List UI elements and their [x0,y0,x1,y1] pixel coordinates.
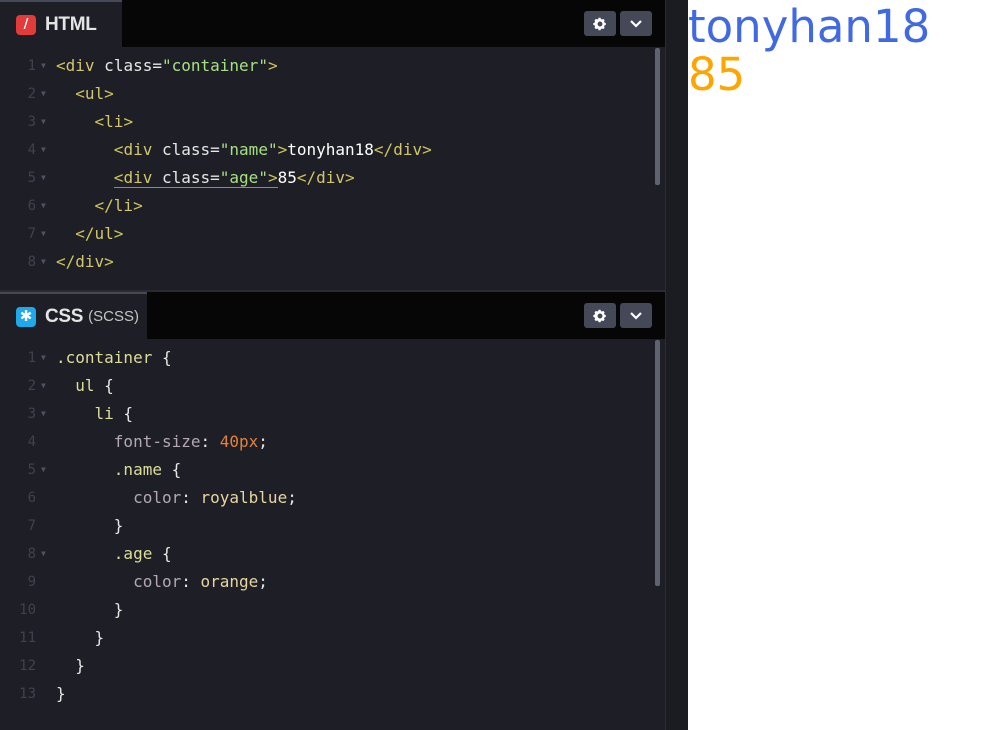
line-number: 2 [27,378,36,394]
fold-arrow-icon[interactable]: ▼ [41,372,51,400]
code-line: 12 } [0,652,665,680]
code-line: 10 } [0,596,665,624]
code-line: 7 } [0,512,665,540]
code-line: 6 color: royalblue; [0,484,665,512]
html-pane-header: / HTML [0,0,665,47]
code-line: 5 ▼ .name { [0,456,665,484]
code-line: 9 color: orange; [0,568,665,596]
line-number: 8 [27,254,36,270]
code-line: 2 ▼ <ul> [0,80,665,108]
css-collapse-button[interactable] [620,303,652,328]
fold-arrow-icon[interactable]: ▼ [41,344,51,372]
code-editor: / HTML 1 ▼ <div class="container"> 2 ▼ <ul>… [0,0,688,730]
asterisk-icon: ✱ [16,306,36,327]
line-number: 9 [27,574,36,590]
html-settings-button[interactable] [584,11,616,36]
line-number: 5 [27,462,36,478]
code-line: 8 ▼ </div> [0,248,665,276]
code-line: 11 } [0,624,665,652]
chevron-down-icon [630,311,642,320]
fold-arrow-icon[interactable]: ▼ [41,192,51,220]
result-preview: tonyhan18 85 [688,0,981,730]
fold-arrow-icon[interactable]: ▼ [41,248,51,276]
code-line: 4 font-size: 40px; [0,428,665,456]
tab-html[interactable]: / HTML [0,0,122,47]
line-number: 7 [27,518,36,534]
code-line: 7 ▼ </ul> [0,220,665,248]
code-line: 1 ▼ .container { [0,344,665,372]
line-number: 12 [19,658,36,674]
html-collapse-button[interactable] [620,11,652,36]
html-code-area[interactable]: 1 ▼ <div class="container"> 2 ▼ <ul> 3 ▼ <li… [0,47,665,290]
code-line: 13} [0,680,665,708]
line-number: 1 [27,350,36,366]
line-number: 11 [19,630,36,646]
fold-arrow-icon[interactable]: ▼ [41,108,51,136]
html-scrollbar[interactable] [655,48,660,185]
css-tab-subtitle: (SCSS) [88,308,140,325]
line-number: 6 [27,198,36,214]
line-number: 7 [27,226,36,242]
gear-icon [593,17,606,30]
fold-arrow-icon[interactable]: ▼ [41,80,51,108]
preview-age-text: 85 [688,48,746,101]
fold-arrow-icon[interactable]: ▼ [41,136,51,164]
code-line: 4 ▼ <div class="name">tonyhan18</div> [0,136,665,164]
fold-arrow-icon[interactable]: ▼ [41,52,51,80]
html-editor-pane: / HTML 1 ▼ <div class="container"> 2 ▼ <ul>… [0,0,665,290]
fold-arrow-icon[interactable]: ▼ [41,540,51,568]
code-line: 1 ▼ <div class="container"> [0,52,665,80]
html-tab-title: HTML [45,13,97,35]
line-number: 6 [27,490,36,506]
slash-icon: / [16,14,36,35]
line-number: 13 [19,686,36,702]
preview-name-text: tonyhan18 [688,0,931,53]
line-number: 1 [27,58,36,74]
code-line: 2 ▼ ul { [0,372,665,400]
line-number: 4 [27,142,36,158]
css-code-area[interactable]: 1 ▼ .container { 2 ▼ ul { 3 ▼ li { 4 font-si… [0,339,665,730]
fold-arrow-icon[interactable]: ▼ [41,400,51,428]
css-editor-pane: ✱ CSS (SCSS) 1 ▼ .container { 2 ▼ ul { 3 ▼ l… [0,292,665,730]
css-tab-title: CSS [45,305,84,327]
editor-preview-divider[interactable] [665,0,688,730]
code-line: 3 ▼ <li> [0,108,665,136]
line-number: 5 [27,170,36,186]
code-line: 5 ▼ <div class="age">85</div> [0,164,665,192]
code-line: 3 ▼ li { [0,400,665,428]
line-number: 3 [27,114,36,130]
fold-arrow-icon[interactable]: ▼ [41,456,51,484]
code-line: 8 ▼ .age { [0,540,665,568]
css-settings-button[interactable] [584,303,616,328]
fold-arrow-icon[interactable]: ▼ [41,220,51,248]
line-number: 2 [27,86,36,102]
tab-css[interactable]: ✱ CSS (SCSS) [0,292,147,339]
gear-icon [593,309,606,322]
line-number: 3 [27,406,36,422]
line-number: 8 [27,546,36,562]
code-line: 6 ▼ </li> [0,192,665,220]
line-number: 10 [19,602,36,618]
css-pane-header: ✱ CSS (SCSS) [0,292,665,339]
css-scrollbar[interactable] [655,340,660,586]
fold-arrow-icon[interactable]: ▼ [41,164,51,192]
line-number: 4 [27,434,36,450]
chevron-down-icon [630,19,642,28]
